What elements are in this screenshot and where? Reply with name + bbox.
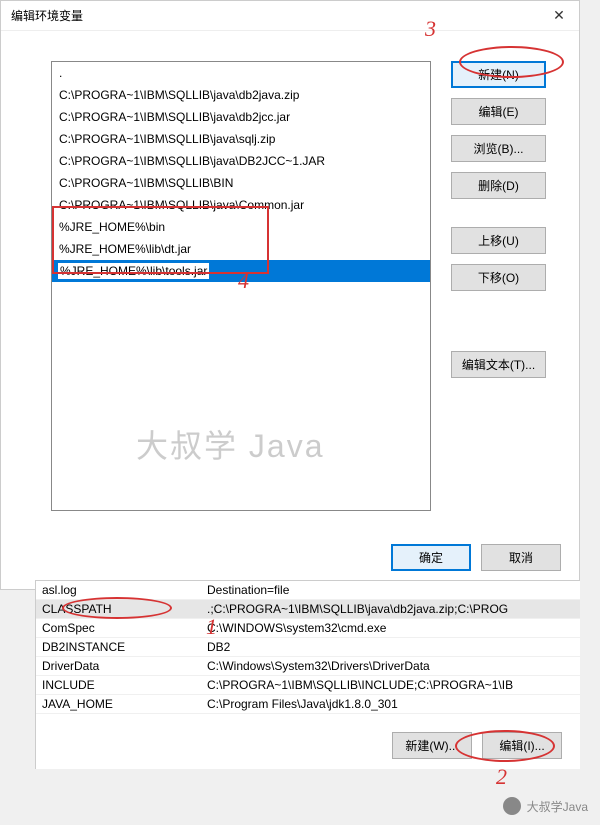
- lower-new-button[interactable]: 新建(W)...: [392, 732, 472, 759]
- table-row[interactable]: DriverData C:\Windows\System32\Drivers\D…: [36, 657, 580, 676]
- var-name: CLASSPATH: [36, 600, 201, 619]
- var-name: JAVA_HOME: [36, 695, 201, 714]
- close-icon[interactable]: ✕: [539, 7, 579, 24]
- var-name: asl.log: [36, 581, 201, 600]
- list-item[interactable]: C:\PROGRA~1\IBM\SQLLIB\java\Common.jar: [52, 194, 430, 216]
- list-item[interactable]: .: [52, 62, 430, 84]
- list-item[interactable]: C:\PROGRA~1\IBM\SQLLIB\java\sqlj.zip: [52, 128, 430, 150]
- list-item-selected[interactable]: %JRE_HOME%\lib\tools.jar: [52, 260, 430, 282]
- edit-button[interactable]: 编辑(E): [451, 98, 546, 125]
- var-value: C:\Program Files\Java\jdk1.8.0_301: [201, 695, 580, 714]
- delete-button[interactable]: 删除(D): [451, 172, 546, 199]
- table-row[interactable]: INCLUDE C:\PROGRA~1\IBM\SQLLIB\INCLUDE;C…: [36, 676, 580, 695]
- var-value: C:\WINDOWS\system32\cmd.exe: [201, 619, 580, 638]
- cancel-button[interactable]: 取消: [481, 544, 561, 571]
- var-name: DriverData: [36, 657, 201, 676]
- var-value: DB2: [201, 638, 580, 657]
- path-list[interactable]: . C:\PROGRA~1\IBM\SQLLIB\java\db2java.zi…: [51, 61, 431, 511]
- table-row[interactable]: asl.log Destination=file: [36, 581, 580, 600]
- movedown-button[interactable]: 下移(O): [451, 264, 546, 291]
- side-button-column: 新建(N) 编辑(E) 浏览(B)... 删除(D) 上移(U) 下移(O) 编…: [451, 61, 546, 511]
- var-value: C:\PROGRA~1\IBM\SQLLIB\INCLUDE;C:\PROGRA…: [201, 676, 580, 695]
- list-item[interactable]: %JRE_HOME%\bin: [52, 216, 430, 238]
- var-value: Destination=file: [201, 581, 580, 600]
- list-item[interactable]: C:\PROGRA~1\IBM\SQLLIB\java\db2java.zip: [52, 84, 430, 106]
- table-row-selected[interactable]: CLASSPATH .;C:\PROGRA~1\IBM\SQLLIB\java\…: [36, 600, 580, 619]
- table-row[interactable]: JAVA_HOME C:\Program Files\Java\jdk1.8.0…: [36, 695, 580, 714]
- dialog-body: . C:\PROGRA~1\IBM\SQLLIB\java\db2java.zi…: [1, 31, 579, 526]
- dialog-title: 编辑环境变量: [11, 7, 83, 24]
- list-item[interactable]: C:\PROGRA~1\IBM\SQLLIB\java\db2jcc.jar: [52, 106, 430, 128]
- var-value: C:\Windows\System32\Drivers\DriverData: [201, 657, 580, 676]
- env-var-table[interactable]: asl.log Destination=file CLASSPATH .;C:\…: [36, 581, 580, 714]
- dialog-titlebar: 编辑环境变量 ✕: [1, 1, 579, 31]
- browse-button[interactable]: 浏览(B)...: [451, 135, 546, 162]
- wechat-badge-text: 大叔学Java: [527, 798, 588, 815]
- wechat-icon: [503, 797, 521, 815]
- list-item[interactable]: %JRE_HOME%\lib\dt.jar: [52, 238, 430, 260]
- list-item[interactable]: C:\PROGRA~1\IBM\SQLLIB\BIN: [52, 172, 430, 194]
- var-value: .;C:\PROGRA~1\IBM\SQLLIB\java\db2java.zi…: [201, 600, 580, 619]
- new-button[interactable]: 新建(N): [451, 61, 546, 88]
- system-vars-panel: asl.log Destination=file CLASSPATH .;C:\…: [35, 580, 580, 769]
- table-row[interactable]: DB2INSTANCE DB2: [36, 638, 580, 657]
- lower-footer: 新建(W)... 编辑(I)...: [36, 714, 580, 769]
- var-name: ComSpec: [36, 619, 201, 638]
- moveup-button[interactable]: 上移(U): [451, 227, 546, 254]
- list-item[interactable]: C:\PROGRA~1\IBM\SQLLIB\java\DB2JCC~1.JAR: [52, 150, 430, 172]
- edit-env-var-dialog: 编辑环境变量 ✕ . C:\PROGRA~1\IBM\SQLLIB\java\d…: [0, 0, 580, 590]
- wechat-badge: 大叔学Java: [503, 797, 588, 815]
- var-name: INCLUDE: [36, 676, 201, 695]
- edittext-button[interactable]: 编辑文本(T)...: [451, 351, 546, 378]
- table-row[interactable]: ComSpec C:\WINDOWS\system32\cmd.exe: [36, 619, 580, 638]
- ok-button[interactable]: 确定: [391, 544, 471, 571]
- lower-edit-button[interactable]: 编辑(I)...: [482, 732, 562, 759]
- var-name: DB2INSTANCE: [36, 638, 201, 657]
- inline-edit-input[interactable]: %JRE_HOME%\lib\tools.jar: [57, 262, 210, 280]
